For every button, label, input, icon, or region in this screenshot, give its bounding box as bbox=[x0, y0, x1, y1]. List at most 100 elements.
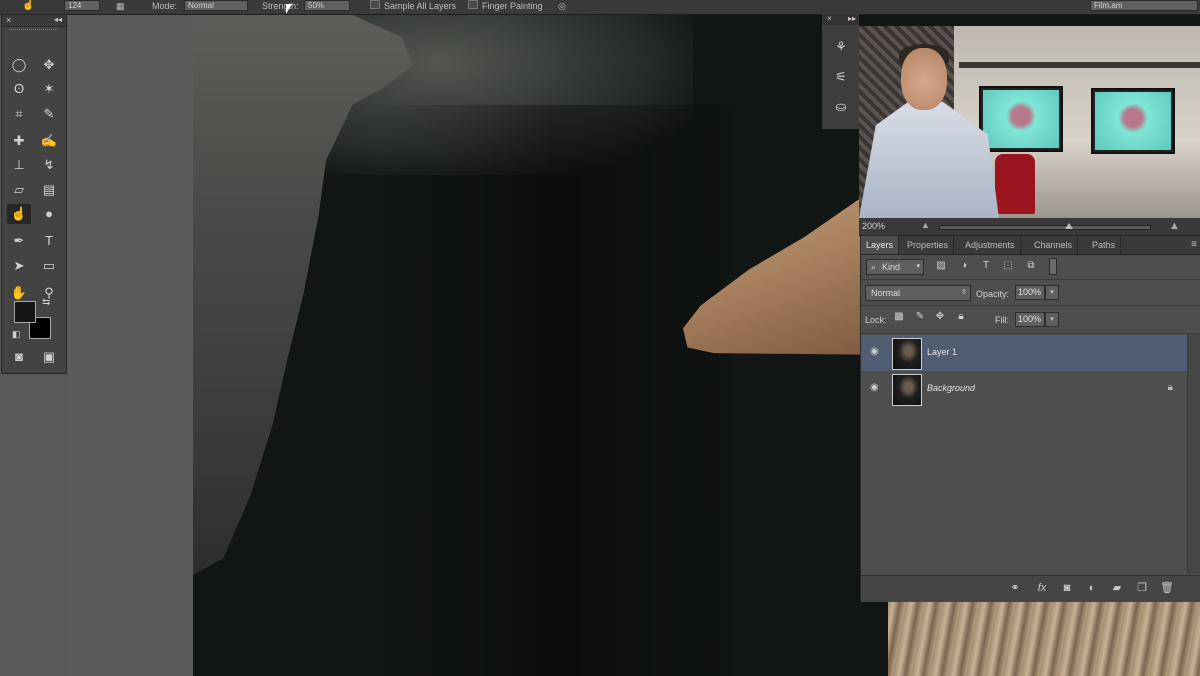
brush-panel-icon[interactable]: ▦ bbox=[116, 0, 125, 13]
mode-select[interactable]: Normal bbox=[184, 0, 248, 11]
smart-object-filter-icon[interactable]: ⧉ bbox=[1023, 259, 1039, 273]
mode-label: Mode: bbox=[152, 1, 178, 11]
layer-name[interactable]: Background bbox=[927, 383, 975, 393]
fill-dropdown-icon[interactable]: ▾ bbox=[1045, 312, 1059, 327]
opacity-label: Opacity: bbox=[976, 289, 1010, 299]
clone-source-icon[interactable]: ⛀ bbox=[829, 96, 853, 118]
filter-kind-label: Kind bbox=[882, 262, 901, 272]
opacity-field[interactable]: 100% bbox=[1015, 285, 1045, 300]
swap-colors-icon[interactable]: ⇆ bbox=[42, 297, 50, 308]
lock-transparency-icon[interactable]: ▩ bbox=[892, 310, 906, 324]
path-selection-icon[interactable]: ➤ bbox=[7, 256, 31, 276]
video-head bbox=[901, 48, 947, 110]
visibility-eye-icon[interactable]: ◉ bbox=[870, 346, 879, 357]
workspace-select[interactable]: Film.am bbox=[1090, 0, 1198, 11]
lock-image-icon[interactable]: ✎ bbox=[913, 310, 927, 324]
smudge-tool-preset-icon[interactable]: ☝ bbox=[22, 0, 34, 13]
layer-thumbnail bbox=[892, 374, 922, 406]
magic-wand-icon[interactable]: ✶ bbox=[37, 79, 61, 99]
lock-label: Lock: bbox=[865, 315, 887, 325]
healing-brush-icon[interactable]: ✚ bbox=[7, 131, 31, 151]
move-icon[interactable]: ✥ bbox=[37, 55, 61, 75]
expand-icon[interactable]: ▸▸ bbox=[848, 14, 856, 24]
visibility-eye-icon[interactable]: ◉ bbox=[870, 382, 879, 393]
type-filter-icon[interactable]: T bbox=[978, 259, 994, 273]
fill-label: Fill: bbox=[995, 315, 1009, 325]
clone-stamp-icon[interactable]: ⊥ bbox=[7, 155, 31, 175]
blend-mode-value: Normal bbox=[871, 288, 901, 298]
gradient-icon[interactable]: ▤ bbox=[37, 180, 61, 200]
finger-painting-label: Finger Painting bbox=[482, 1, 543, 11]
adjustment-filter-icon[interactable]: ◑ bbox=[956, 259, 972, 273]
tab-layers[interactable]: Layers bbox=[861, 236, 900, 254]
zoom-in-icon[interactable]: ▲ bbox=[1169, 220, 1180, 232]
blend-mode-select[interactable]: Normal ⇳ bbox=[865, 285, 971, 301]
dodge-icon[interactable]: ● bbox=[37, 204, 61, 224]
layers-bottom-bar: ⚭ fx ◙ ◐ ▰ ❐ 🗑︎ bbox=[861, 575, 1200, 602]
collapse-icon[interactable]: ◂◂ bbox=[54, 15, 62, 25]
smudge-icon[interactable]: ☝ bbox=[7, 204, 31, 224]
lock-position-icon[interactable]: ✥ bbox=[933, 310, 947, 324]
zoom-slider[interactable] bbox=[939, 225, 1151, 230]
layers-panel: ≡ Layers Properties Adjustments Channels Pat… bbox=[860, 236, 1200, 602]
fill-field[interactable]: 100% bbox=[1015, 312, 1045, 327]
screen-mode-icon[interactable]: ▣ bbox=[37, 347, 61, 367]
tool-presets-icon[interactable]: ⚟ bbox=[829, 66, 853, 88]
zoom-out-icon[interactable]: ▲ bbox=[921, 220, 930, 230]
filter-kind-select[interactable]: ⌕ Kind ▾ bbox=[866, 259, 924, 275]
quick-mask-icon[interactable]: ◙ bbox=[7, 347, 31, 367]
panel-grip[interactable] bbox=[10, 29, 58, 36]
lasso-icon[interactable]: ʘ bbox=[7, 79, 31, 99]
pixel-filter-icon[interactable]: ▨ bbox=[933, 259, 949, 273]
tab-channels[interactable]: Channels bbox=[1029, 236, 1079, 254]
close-icon[interactable]: × bbox=[6, 15, 11, 25]
type-icon[interactable]: T bbox=[37, 231, 61, 251]
panel-menu-icon[interactable]: ≡ bbox=[1191, 239, 1197, 250]
delete-layer-icon[interactable]: 🗑︎ bbox=[1159, 581, 1175, 595]
pen-icon[interactable]: ✒ bbox=[7, 231, 31, 251]
video-shelf bbox=[959, 62, 1200, 68]
new-layer-icon[interactable]: ❐ bbox=[1134, 581, 1150, 595]
layer-style-icon[interactable]: fx bbox=[1034, 581, 1050, 595]
tab-adjustments[interactable]: Adjustments bbox=[960, 236, 1021, 254]
tab-paths[interactable]: Paths bbox=[1087, 236, 1122, 254]
opacity-dropdown-icon[interactable]: ▾ bbox=[1045, 285, 1059, 300]
lock-fill-row: Lock: ▩ ✎ ✥ 🔒︎ Fill: 100% ▾ bbox=[861, 306, 1200, 334]
link-layers-icon[interactable]: ⚭ bbox=[1007, 581, 1023, 595]
layer-name[interactable]: Layer 1 bbox=[927, 347, 957, 357]
sample-all-layers-label: Sample All Layers bbox=[384, 1, 457, 11]
history-brush-icon[interactable]: ↯ bbox=[37, 155, 61, 175]
brush-size-field[interactable]: 124 bbox=[64, 0, 100, 11]
pressure-icon[interactable]: ◎ bbox=[558, 0, 566, 13]
shape-filter-icon[interactable]: ⬚ bbox=[1000, 259, 1016, 273]
zoom-slider-knob[interactable] bbox=[1065, 223, 1073, 229]
foreground-color-swatch[interactable] bbox=[14, 301, 36, 323]
close-icon[interactable]: × bbox=[827, 14, 832, 24]
eraser-icon[interactable]: ▱ bbox=[7, 180, 31, 200]
dock-header: × ▸▸ bbox=[822, 14, 859, 25]
rectangle-shape-icon[interactable]: ▭ bbox=[37, 256, 61, 276]
options-bar: ☝ 124 ▦ Mode: Normal Strength: 50% Sampl… bbox=[0, 0, 1200, 15]
canvas-shadow bbox=[373, 105, 733, 676]
tools-panel-header: × ◂◂ bbox=[2, 15, 66, 27]
zoom-level[interactable]: 200% bbox=[862, 221, 885, 231]
tab-properties[interactable]: Properties bbox=[902, 236, 955, 254]
hand-icon[interactable]: ✋ bbox=[7, 283, 31, 303]
default-colors-icon[interactable]: ◧ bbox=[12, 329, 21, 340]
strength-field[interactable]: 50% bbox=[304, 0, 350, 11]
filter-toggle[interactable] bbox=[1049, 258, 1057, 275]
finger-painting-checkbox[interactable] bbox=[468, 0, 478, 9]
elliptical-marquee-icon[interactable]: ◯ bbox=[7, 55, 31, 75]
crop-icon[interactable]: ⌗ bbox=[7, 104, 31, 124]
sample-all-layers-checkbox[interactable] bbox=[370, 0, 380, 9]
layer-row[interactable]: ◉ Background 🔒︎ bbox=[861, 371, 1187, 407]
brush-icon[interactable]: ✍ bbox=[37, 131, 61, 151]
adjustment-layer-icon[interactable]: ◐ bbox=[1084, 581, 1100, 595]
layer-row[interactable]: ◉ Layer 1 bbox=[861, 335, 1187, 371]
layers-scrollbar[interactable] bbox=[1187, 334, 1200, 574]
eyedropper-icon[interactable]: ✎ bbox=[37, 104, 61, 124]
new-group-icon[interactable]: ▰ bbox=[1109, 581, 1125, 595]
brush-presets-icon[interactable]: ⚘ bbox=[829, 36, 853, 58]
add-mask-icon[interactable]: ◙ bbox=[1059, 581, 1075, 595]
lock-all-icon[interactable]: 🔒︎ bbox=[954, 310, 968, 324]
